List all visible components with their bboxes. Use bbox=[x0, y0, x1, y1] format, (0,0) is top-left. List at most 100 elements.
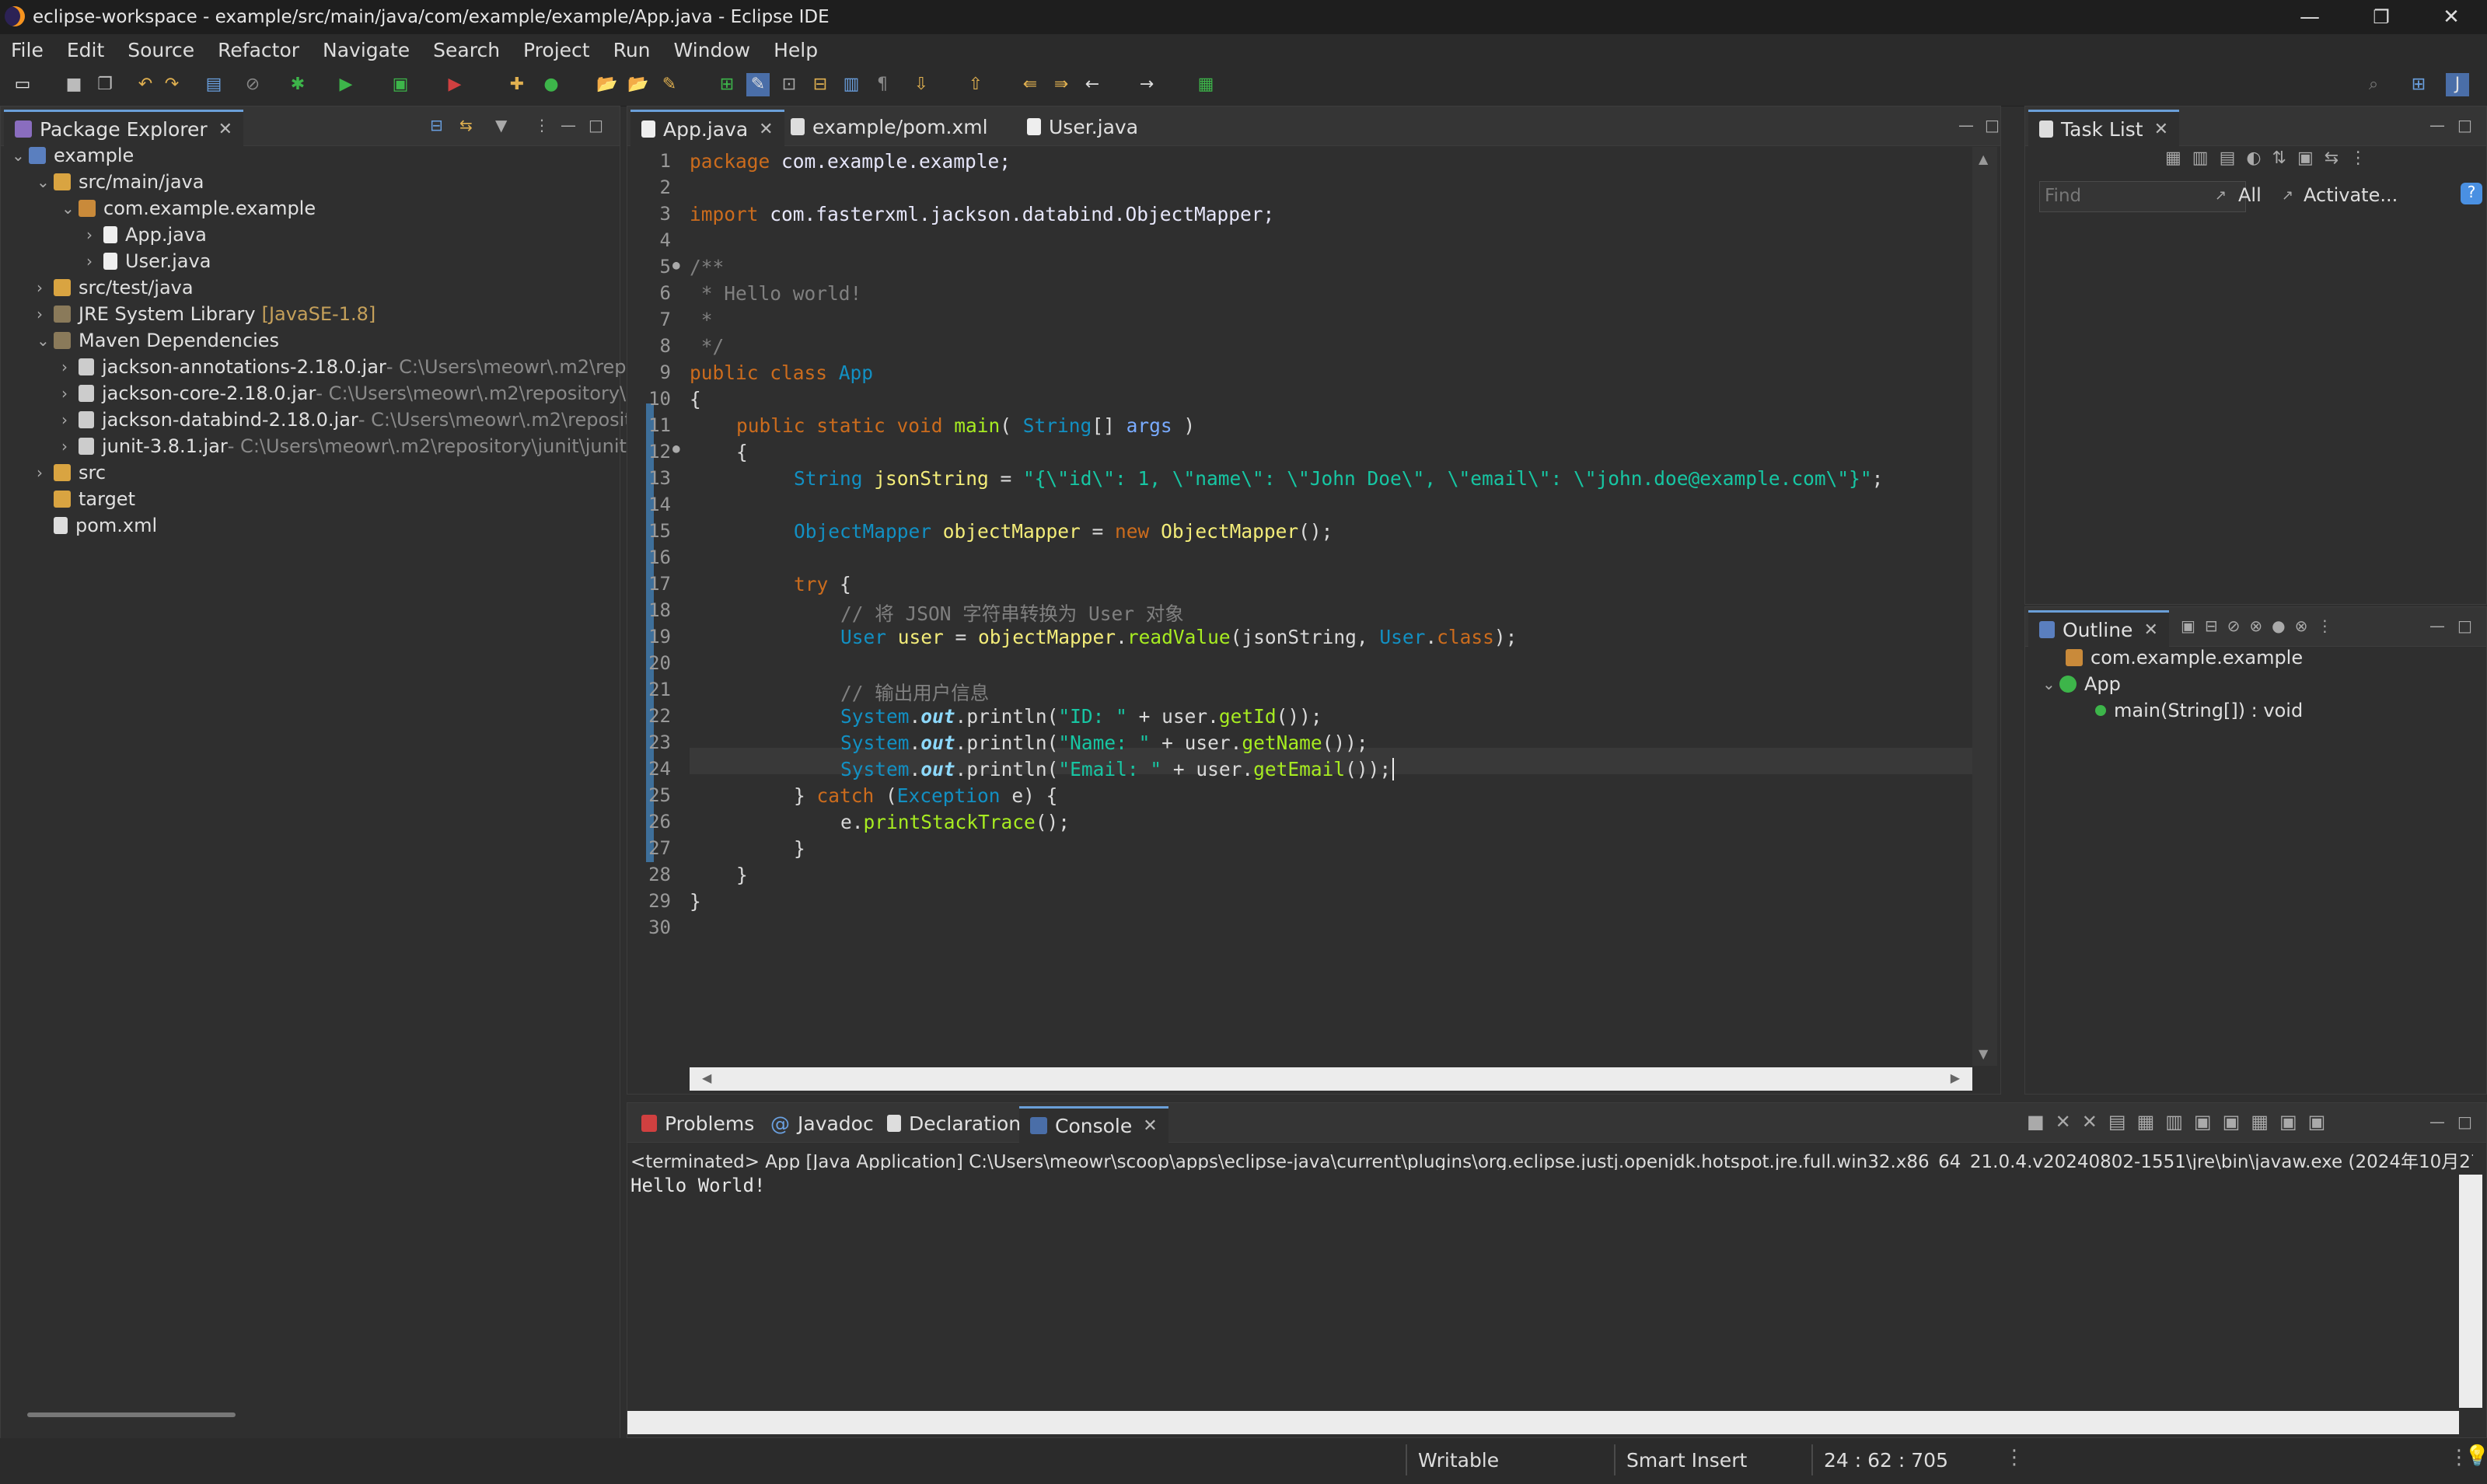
tree-item-jar[interactable]: › jackson-core-2.18.0.jar - C:\Users\meo… bbox=[61, 380, 636, 407]
tree-item-user-java[interactable]: › User.java bbox=[86, 248, 211, 274]
pin-editor-icon[interactable]: ▦ bbox=[1194, 73, 1217, 96]
close-icon[interactable]: ✕ bbox=[759, 120, 773, 139]
chevron-right-icon[interactable]: › bbox=[61, 437, 79, 456]
show-whitespace-icon[interactable]: ¶ bbox=[871, 73, 894, 96]
console-output[interactable]: Hello World! bbox=[630, 1175, 765, 1196]
status-insert-mode[interactable]: Smart Insert bbox=[1614, 1444, 1813, 1475]
word-wrap-icon[interactable]: ▥ bbox=[840, 73, 863, 96]
chevron-right-icon[interactable]: › bbox=[86, 225, 103, 244]
filter-icon[interactable]: ▼ bbox=[495, 116, 507, 134]
menu-search[interactable]: Search bbox=[433, 39, 500, 61]
task-list-toolbar[interactable]: ▦▥▤◐⇅▣⇆⋮ bbox=[2165, 148, 2476, 175]
status-menu-icon[interactable]: ⋮ bbox=[2004, 1446, 2024, 1469]
coverage-icon[interactable]: ▣ bbox=[389, 73, 412, 96]
menu-project[interactable]: Project bbox=[523, 39, 590, 61]
menu-run[interactable]: Run bbox=[613, 39, 651, 61]
minimize-view-icon[interactable]: — bbox=[1958, 116, 1974, 134]
tab-outline[interactable]: Outline ✕ bbox=[2028, 610, 2169, 647]
editor-vertical-scrollbar[interactable]: ▲ ▼ bbox=[1972, 147, 1997, 1066]
maximize-view-icon[interactable]: □ bbox=[2457, 1112, 2472, 1131]
tree-item-package[interactable]: ⌄ com.example.example bbox=[61, 195, 316, 222]
outline-item-class[interactable]: ⌄ App bbox=[2042, 671, 2121, 697]
next-annotation-icon[interactable]: ⇩ bbox=[910, 73, 933, 96]
chevron-right-icon[interactable]: › bbox=[37, 463, 54, 482]
tab-package-explorer[interactable]: Package Explorer ✕ bbox=[4, 110, 244, 146]
maximize-view-icon[interactable]: □ bbox=[2457, 616, 2472, 635]
java-perspective-icon[interactable]: J bbox=[2446, 73, 2469, 96]
chevron-right-icon[interactable]: › bbox=[86, 252, 103, 271]
code-editor[interactable]: 1 2 3 4 5 6 7 8 9 10 11 12 13 14 15 16 17 18 19 20 21 22 23 24 2… bbox=[627, 147, 1972, 1064]
open-type-icon[interactable]: 📂 bbox=[596, 73, 619, 96]
tree-item-pom[interactable]: pom.xml bbox=[37, 512, 157, 539]
console-horizontal-scrollbar[interactable] bbox=[627, 1411, 2459, 1434]
scroll-down-icon[interactable]: ▼ bbox=[1979, 1046, 1988, 1061]
link-editor-icon[interactable]: ⇆ bbox=[459, 116, 473, 134]
back-icon[interactable]: ⇛ bbox=[1050, 73, 1073, 96]
tree-item-src[interactable]: › src bbox=[37, 459, 106, 486]
open-perspective-icon[interactable]: ⊞ bbox=[2407, 73, 2430, 96]
search-icon[interactable]: ⌕ bbox=[2362, 73, 2385, 96]
all-filter-link[interactable]: All bbox=[2238, 184, 2262, 206]
tree-item-target[interactable]: target bbox=[37, 486, 135, 512]
chevron-right-icon[interactable]: › bbox=[61, 384, 79, 403]
close-icon[interactable]: ✕ bbox=[2143, 620, 2157, 640]
tree-item-project[interactable]: ⌄ example bbox=[12, 142, 134, 169]
breadcrumb-icon[interactable]: ⊟ bbox=[809, 73, 832, 96]
tab-app-java[interactable]: App.java ✕ bbox=[630, 110, 784, 146]
console-vertical-scrollbar[interactable] bbox=[2459, 1175, 2482, 1408]
new-java-project-icon[interactable]: ✚ bbox=[505, 73, 529, 96]
menu-source[interactable]: Source bbox=[127, 39, 194, 61]
chevron-right-icon[interactable]: › bbox=[37, 278, 54, 297]
minimize-view-icon[interactable]: — bbox=[2429, 616, 2445, 635]
minimize-view-icon[interactable]: — bbox=[561, 116, 576, 134]
chevron-down-icon[interactable]: ⌄ bbox=[61, 199, 79, 218]
status-cursor-position[interactable]: 24 : 62 : 705 bbox=[1811, 1444, 1995, 1475]
block-selection-icon[interactable]: ⊡ bbox=[777, 73, 801, 96]
tips-icon[interactable]: 💡 bbox=[2464, 1444, 2487, 1468]
prev-annotation-icon[interactable]: ⇧ bbox=[964, 73, 987, 96]
debug-icon[interactable]: ✱ bbox=[286, 73, 309, 96]
tree-item-jre-library[interactable]: › JRE System Library [JavaSE-1.8] bbox=[37, 301, 375, 327]
forward-arrow-icon[interactable]: → bbox=[1135, 73, 1158, 96]
tab-declaration[interactable]: Declaration bbox=[876, 1106, 1032, 1140]
tree-item-src-main-java[interactable]: ⌄ src/main/java bbox=[37, 169, 204, 195]
chevron-right-icon[interactable]: › bbox=[61, 358, 79, 376]
scroll-up-icon[interactable]: ▲ bbox=[1979, 152, 1988, 166]
minimize-button[interactable]: — bbox=[2274, 0, 2346, 34]
maximize-view-icon[interactable]: □ bbox=[2457, 116, 2472, 134]
tree-item-jar[interactable]: › jackson-databind-2.18.0.jar - C:\Users… bbox=[61, 407, 632, 433]
maximize-view-icon[interactable]: □ bbox=[1985, 116, 2000, 134]
save-all-icon[interactable]: ❐ bbox=[93, 73, 117, 96]
chevron-right-icon[interactable]: › bbox=[61, 410, 79, 429]
save-icon[interactable]: ■ bbox=[62, 73, 86, 96]
chevron-down-icon[interactable]: ⌄ bbox=[37, 331, 54, 350]
tree-item-app-java[interactable]: › App.java bbox=[86, 222, 207, 248]
outline-item-package[interactable]: com.example.example bbox=[2066, 644, 2303, 671]
scroll-right-icon[interactable]: ▶ bbox=[1951, 1070, 1960, 1085]
restore-button[interactable]: ❐ bbox=[2346, 0, 2417, 34]
new-class-icon[interactable]: ● bbox=[540, 73, 563, 96]
search-tool-icon[interactable]: ✎ bbox=[658, 73, 681, 96]
menu-help[interactable]: Help bbox=[774, 39, 818, 61]
undo-icon[interactable]: ↶ bbox=[134, 73, 157, 96]
tree-item-jar[interactable]: › jackson-annotations-2.18.0.jar - C:\Us… bbox=[61, 354, 637, 380]
tab-javadoc[interactable]: @ Javadoc bbox=[760, 1106, 885, 1140]
external-tools-icon[interactable]: ▶ bbox=[443, 73, 466, 96]
minimize-view-icon[interactable]: — bbox=[2429, 116, 2445, 134]
horizontal-scrollbar[interactable] bbox=[27, 1412, 236, 1417]
menu-window[interactable]: Window bbox=[674, 39, 751, 61]
menu-edit[interactable]: Edit bbox=[67, 39, 104, 61]
close-icon[interactable]: ✕ bbox=[2154, 120, 2168, 139]
tab-pom-xml[interactable]: example/pom.xml bbox=[780, 110, 999, 144]
outline-toolbar[interactable]: ▣⊟⊘⊗●⊗⋮ bbox=[2181, 616, 2342, 635]
annotation-icon[interactable]: ⊞ bbox=[715, 73, 739, 96]
help-icon[interactable]: ? bbox=[2461, 183, 2482, 204]
scroll-left-icon[interactable]: ◀ bbox=[702, 1070, 711, 1085]
console-toolbar[interactable]: ■✕✕▤▦▥▣▣▦▣▣ bbox=[2027, 1111, 2336, 1133]
view-menu-icon[interactable]: ⋮ bbox=[534, 116, 550, 134]
fold-collapse-icon[interactable]: ● bbox=[672, 257, 680, 272]
redo-icon[interactable]: ↷ bbox=[160, 73, 183, 96]
activate-link[interactable]: Activate... bbox=[2304, 184, 2398, 206]
menu-navigate[interactable]: Navigate bbox=[323, 39, 410, 61]
fold-collapse-icon[interactable]: ● bbox=[672, 441, 680, 456]
